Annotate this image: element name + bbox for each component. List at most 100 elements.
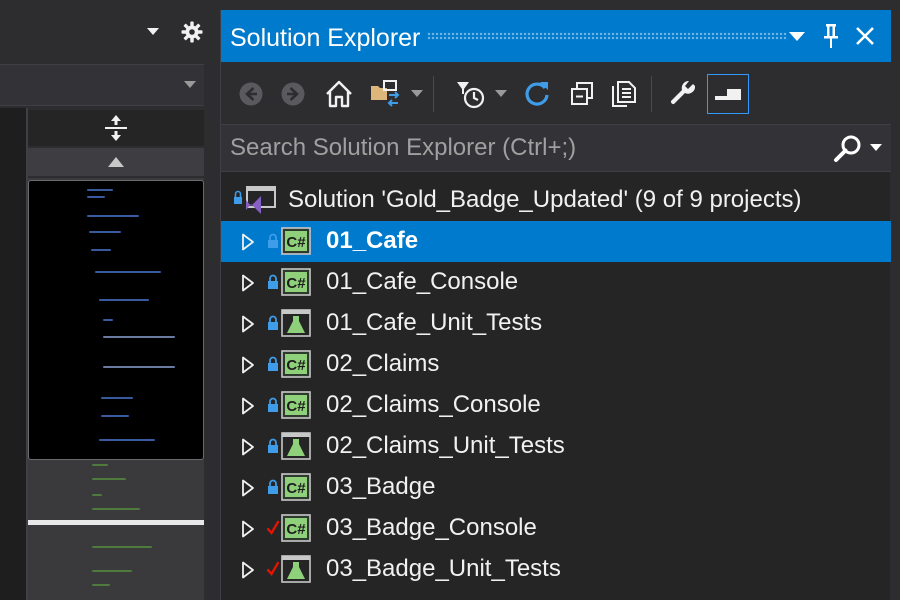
solution-tree: Solution 'Gold_Badge_Updated' (9 of 9 pr… bbox=[221, 180, 891, 600]
project-node[interactable]: 02_Claims_Unit_Tests bbox=[221, 426, 891, 467]
project-node[interactable]: C# 03_Badge bbox=[221, 467, 891, 508]
map-viewport-region[interactable] bbox=[28, 180, 204, 460]
preview-selected-items-icon bbox=[715, 89, 741, 100]
project-label: 01_Cafe_Console bbox=[326, 268, 519, 295]
tab-dropdown-icon[interactable] bbox=[144, 22, 162, 40]
toolbar-separator bbox=[651, 76, 652, 112]
refresh-icon bbox=[525, 82, 549, 106]
forward-button[interactable] bbox=[277, 74, 309, 114]
project-label: 01_Cafe_Unit_Tests bbox=[326, 309, 543, 336]
map-code-line bbox=[99, 439, 155, 441]
solution-explorer-search-box[interactable] bbox=[221, 124, 891, 172]
expand-arrow-icon[interactable] bbox=[241, 233, 255, 251]
solution-label: Solution 'Gold_Badge_Updated' (9 of 9 pr… bbox=[288, 186, 802, 213]
pending-changes-filter-button[interactable] bbox=[453, 74, 489, 114]
back-button[interactable] bbox=[235, 74, 267, 114]
map-code-line bbox=[92, 508, 140, 510]
panel-title: Solution Explorer bbox=[230, 24, 421, 52]
map-code-line bbox=[103, 319, 113, 321]
project-node[interactable]: C# 02_Claims_Console bbox=[221, 385, 891, 426]
scroll-up-button[interactable] bbox=[28, 148, 204, 176]
forward-icon bbox=[281, 82, 305, 106]
map-code-line bbox=[89, 231, 121, 233]
pending-changes-dropdown[interactable] bbox=[493, 74, 509, 114]
map-code-line bbox=[103, 336, 175, 338]
expand-arrow-icon[interactable] bbox=[241, 397, 255, 415]
title-drag-grip[interactable] bbox=[427, 32, 787, 40]
gear-icon[interactable] bbox=[180, 20, 204, 44]
lock-icon bbox=[268, 397, 278, 412]
map-code-line bbox=[92, 546, 152, 548]
svg-text:C#: C# bbox=[286, 275, 306, 292]
checked-out-icon bbox=[267, 520, 279, 536]
editor-area bbox=[0, 0, 214, 600]
code-editor-surface[interactable] bbox=[0, 108, 26, 600]
triangle-up-icon bbox=[108, 157, 124, 167]
window-splitter-handle[interactable] bbox=[28, 110, 204, 146]
project-node[interactable]: 01_Cafe_Unit_Tests bbox=[221, 303, 891, 344]
project-node[interactable]: C# 02_Claims bbox=[221, 344, 891, 385]
expand-arrow-icon[interactable] bbox=[241, 479, 255, 497]
panel-gap bbox=[204, 62, 214, 600]
project-label: 03_Badge_Unit_Tests bbox=[326, 555, 561, 582]
scrollbar-map[interactable] bbox=[28, 178, 204, 600]
map-code-line bbox=[87, 215, 139, 217]
checked-out-icon bbox=[267, 561, 279, 577]
expand-arrow-icon[interactable] bbox=[241, 520, 255, 538]
map-code-line bbox=[99, 299, 149, 301]
project-node[interactable]: C# 01_Cafe_Console bbox=[221, 262, 891, 303]
search-icon[interactable] bbox=[833, 134, 863, 164]
map-code-line bbox=[87, 196, 105, 198]
test-project-icon bbox=[281, 432, 311, 460]
collapse-all-button[interactable] bbox=[565, 74, 599, 114]
expand-arrow-icon[interactable] bbox=[241, 438, 255, 456]
search-options-dropdown-icon[interactable] bbox=[869, 143, 883, 153]
expand-arrow-icon[interactable] bbox=[241, 561, 255, 579]
solution-node[interactable]: Solution 'Gold_Badge_Updated' (9 of 9 pr… bbox=[221, 180, 891, 221]
home-icon bbox=[326, 80, 352, 108]
search-input[interactable] bbox=[221, 125, 821, 171]
project-node[interactable]: 03_Badge_Unit_Tests bbox=[221, 549, 891, 590]
home-button[interactable] bbox=[321, 74, 357, 114]
close-button[interactable] bbox=[851, 22, 879, 50]
solution-explorer-title-bar[interactable]: Solution Explorer bbox=[221, 10, 891, 62]
map-code-line bbox=[101, 397, 133, 399]
map-code-line bbox=[95, 271, 161, 273]
chevron-down-icon bbox=[411, 90, 423, 97]
solution-icon bbox=[234, 186, 276, 214]
lock-icon bbox=[268, 356, 278, 371]
splitter-icon bbox=[105, 115, 127, 141]
csharp-project-icon: C# bbox=[281, 227, 311, 255]
chevron-down-icon bbox=[184, 81, 196, 88]
project-label: 03_Badge_Console bbox=[326, 514, 537, 541]
map-code-line bbox=[92, 464, 108, 466]
expand-arrow-icon[interactable] bbox=[241, 315, 255, 333]
expand-arrow-icon[interactable] bbox=[241, 356, 255, 374]
chevron-down-icon bbox=[495, 90, 507, 97]
properties-button[interactable] bbox=[665, 74, 701, 114]
project-label: 02_Claims bbox=[326, 350, 440, 377]
show-all-files-icon bbox=[612, 81, 636, 107]
window-position-button[interactable] bbox=[783, 22, 811, 50]
lock-icon bbox=[268, 438, 278, 453]
refresh-button[interactable] bbox=[519, 74, 555, 114]
expand-arrow-icon[interactable] bbox=[241, 274, 255, 292]
toolbar-separator bbox=[433, 76, 434, 112]
csharp-project-icon: C# bbox=[281, 473, 311, 501]
map-code-line bbox=[92, 570, 132, 572]
project-node[interactable]: C# 03_Badge_Console bbox=[221, 508, 891, 549]
lock-icon bbox=[268, 233, 278, 248]
pin-button[interactable] bbox=[817, 22, 845, 50]
pending-changes-filter-icon bbox=[457, 82, 485, 109]
properties-icon bbox=[670, 80, 696, 105]
solution-explorer-panel: Solution Explorer Search Solution Explor… bbox=[220, 10, 891, 600]
editor-tab-well bbox=[0, 0, 214, 62]
csharp-project-icon: C# bbox=[281, 391, 311, 419]
navigation-bar-dropdown[interactable] bbox=[0, 64, 204, 106]
preview-selected-items-toggle[interactable] bbox=[707, 74, 749, 114]
project-node[interactable]: C# 01_Cafe bbox=[221, 221, 891, 262]
svg-text:C#: C# bbox=[286, 234, 306, 251]
show-all-files-button[interactable] bbox=[607, 74, 641, 114]
switch-views-dropdown[interactable] bbox=[409, 74, 425, 114]
switch-views-button[interactable] bbox=[367, 74, 403, 114]
